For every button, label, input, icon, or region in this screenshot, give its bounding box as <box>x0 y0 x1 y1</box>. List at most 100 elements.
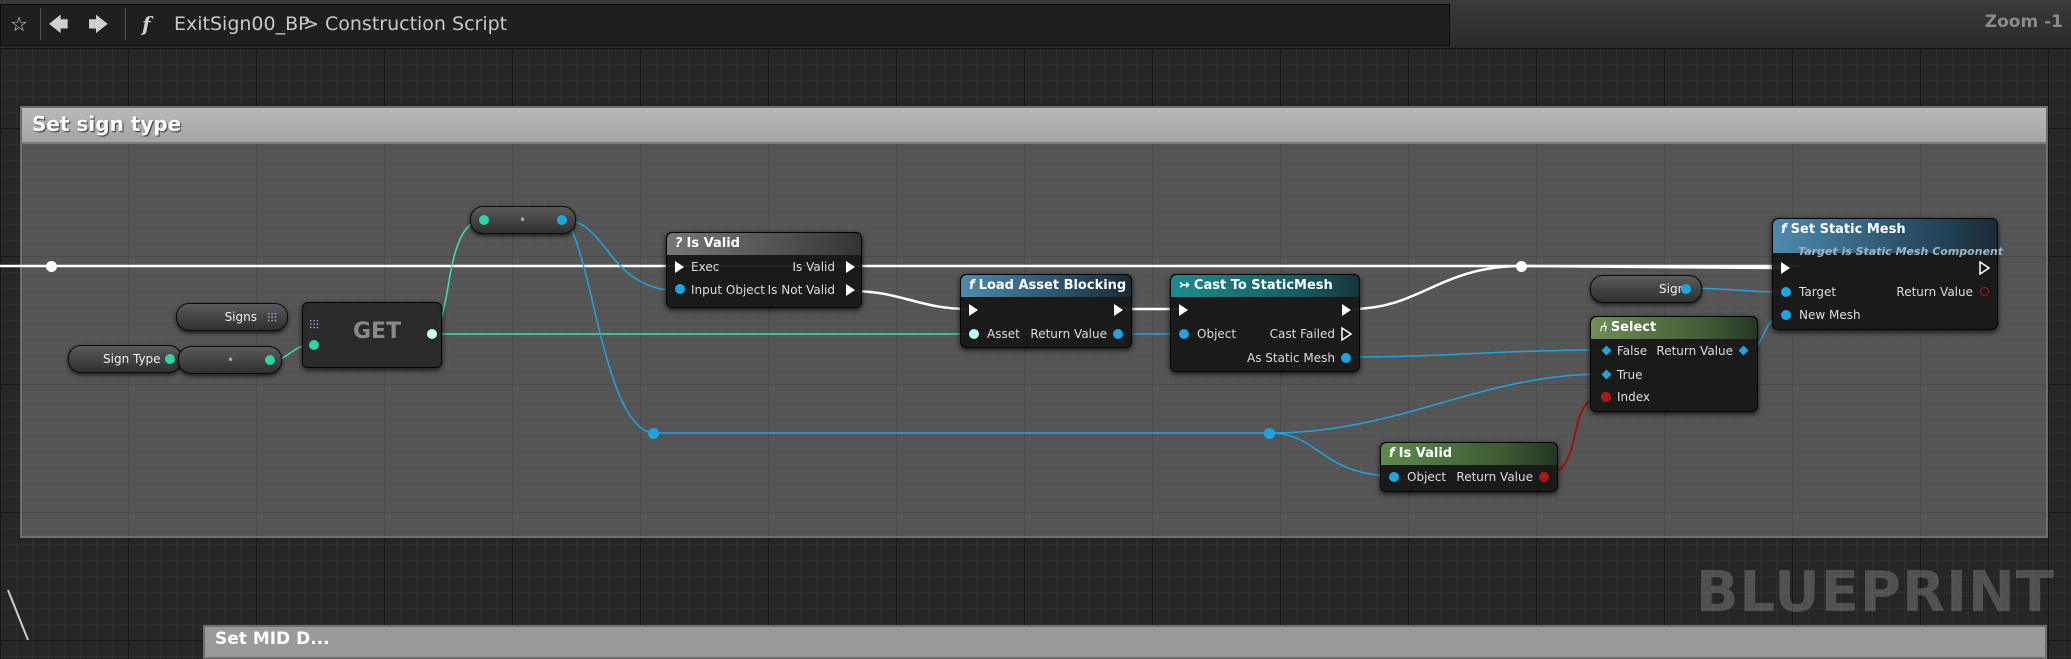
input-pin[interactable] <box>1601 345 1612 356</box>
function-icon: f <box>969 278 975 293</box>
node-title: Select <box>1610 320 1657 335</box>
comment-title: Set sign type <box>32 112 182 136</box>
separator <box>125 8 126 40</box>
input-pin[interactable] <box>1179 329 1189 339</box>
conversion-node[interactable]: • <box>470 206 576 234</box>
pin-label: New Mesh <box>1799 308 1861 322</box>
variable-label: Sign Type <box>103 352 161 366</box>
node-header[interactable]: ⑃ Select <box>1591 317 1757 339</box>
node-header[interactable]: ? Is Valid <box>667 233 861 255</box>
exec-input-pin[interactable] <box>1781 262 1790 274</box>
exec-output-pin[interactable] <box>1114 304 1123 316</box>
node-title: Is Valid <box>686 236 740 251</box>
zoom-level: Zoom -1 <box>1984 12 2063 32</box>
output-pin[interactable] <box>1681 284 1691 294</box>
input-pin[interactable] <box>1601 369 1612 380</box>
exec-input-pin[interactable] <box>969 304 978 316</box>
function-icon: f <box>1389 446 1395 461</box>
reroute-knot-object[interactable] <box>648 428 659 439</box>
output-pin[interactable] <box>165 354 175 364</box>
reroute-knot-exec[interactable] <box>46 261 57 272</box>
pin-label: Return Value <box>1896 285 1973 299</box>
is-valid-macro-node[interactable]: ? Is Valid Exec Input Object Is Valid Is … <box>666 232 862 308</box>
dot-icon: • <box>227 353 235 367</box>
variable-sign-type[interactable]: Sign Type <box>68 345 182 373</box>
function-icon: f <box>1781 222 1787 237</box>
exec-output-pin[interactable] <box>1342 304 1351 316</box>
input-pin[interactable] <box>1781 310 1791 320</box>
pin-label: Input Object <box>691 283 765 297</box>
pin-label: False <box>1617 344 1648 358</box>
input-pin[interactable] <box>479 215 489 225</box>
breadcrumb-blueprint[interactable]: ExitSign00_BP <box>174 12 310 36</box>
input-pin[interactable] <box>1389 472 1399 482</box>
function-icon: f <box>142 12 151 36</box>
pin-label: Index <box>1617 390 1651 404</box>
node-header[interactable]: f Is Valid <box>1381 443 1557 465</box>
question-icon: ? <box>675 236 683 251</box>
select-icon: ⑃ <box>1599 320 1607 335</box>
array-icon <box>309 319 319 329</box>
input-pin[interactable] <box>309 340 319 350</box>
comment-header[interactable]: Set sign type <box>22 108 2046 144</box>
resize-handle-icon[interactable] <box>6 588 30 642</box>
pin-label: True <box>1617 368 1643 382</box>
exec-output-pin[interactable] <box>846 261 855 273</box>
conversion-node[interactable]: • <box>178 346 282 374</box>
pin-label: Is Not Valid <box>767 283 835 297</box>
node-title: Load Asset Blocking <box>978 278 1127 293</box>
output-pin[interactable] <box>557 215 567 225</box>
variable-label: Signs <box>224 310 257 324</box>
output-pin[interactable] <box>1539 472 1549 482</box>
load-asset-blocking-node[interactable]: f Load Asset Blocking Asset Return Value <box>960 274 1132 348</box>
pin-label: Target <box>1799 285 1837 299</box>
pin-label: Object <box>1407 470 1447 484</box>
output-pin[interactable] <box>1980 287 1989 296</box>
variable-sign[interactable]: Sign <box>1590 275 1702 303</box>
output-pin[interactable] <box>1113 329 1123 339</box>
separator <box>40 8 41 40</box>
breadcrumb-graph[interactable]: Construction Script <box>325 12 507 36</box>
pin-label: Object <box>1197 327 1237 341</box>
arrow-right-icon[interactable]: 🡆 <box>88 12 109 36</box>
is-valid-function-node[interactable]: f Is Valid Object Return Value <box>1380 442 1558 492</box>
node-title: Set Static Mesh <box>1790 222 1906 237</box>
output-pin[interactable] <box>1341 353 1351 363</box>
exec-input-pin[interactable] <box>1179 304 1188 316</box>
node-title: Cast To StaticMesh <box>1193 278 1333 293</box>
star-icon[interactable]: ☆ <box>10 12 28 36</box>
pin-label: As Static Mesh <box>1247 351 1335 365</box>
input-pin[interactable] <box>675 284 685 294</box>
node-header[interactable]: f Load Asset Blocking <box>961 275 1131 297</box>
array-icon <box>267 312 277 322</box>
reroute-knot-object[interactable] <box>1264 428 1275 439</box>
node-header[interactable]: f Set Static Mesh Target is Static Mesh C… <box>1773 219 2003 258</box>
cast-to-staticmesh-node[interactable]: ↣ Cast To StaticMesh Object Cast Failed A… <box>1170 274 1360 372</box>
cast-icon: ↣ <box>1179 278 1190 293</box>
reroute-knot-exec[interactable] <box>1516 261 1527 272</box>
exec-output-pin[interactable] <box>1341 327 1353 341</box>
select-node[interactable]: ⑃ Select False Return Value True Index <box>1590 316 1758 412</box>
breadcrumb-separator: > <box>303 13 319 35</box>
input-pin[interactable] <box>1781 287 1791 297</box>
comment-box-lower[interactable]: Set MID D... <box>203 625 2047 659</box>
output-pin[interactable] <box>265 355 275 365</box>
pin-label: Return Value <box>1456 470 1533 484</box>
node-title: Is Valid <box>1398 446 1453 461</box>
comment-title-lower: Set MID D... <box>215 629 330 649</box>
input-pin[interactable] <box>1601 392 1611 402</box>
input-pin[interactable] <box>969 329 979 339</box>
exec-input-pin[interactable] <box>675 261 684 273</box>
set-static-mesh-node[interactable]: f Set Static Mesh Target is Static Mesh C… <box>1772 218 2003 330</box>
array-get-node[interactable]: GET <box>302 302 442 368</box>
arrow-left-icon[interactable]: 🡄 <box>48 12 69 36</box>
pin-label: Exec <box>691 260 720 274</box>
variable-signs[interactable]: Signs <box>176 303 288 331</box>
blueprint-watermark: BLUEPRINT <box>1695 560 2055 625</box>
node-header[interactable]: ↣ Cast To StaticMesh <box>1171 275 1359 297</box>
output-pin[interactable] <box>1738 345 1749 356</box>
pin-label: Return Value <box>1030 327 1107 341</box>
exec-output-pin[interactable] <box>1979 261 1991 275</box>
exec-output-pin[interactable] <box>846 284 855 296</box>
output-pin[interactable] <box>427 329 437 339</box>
